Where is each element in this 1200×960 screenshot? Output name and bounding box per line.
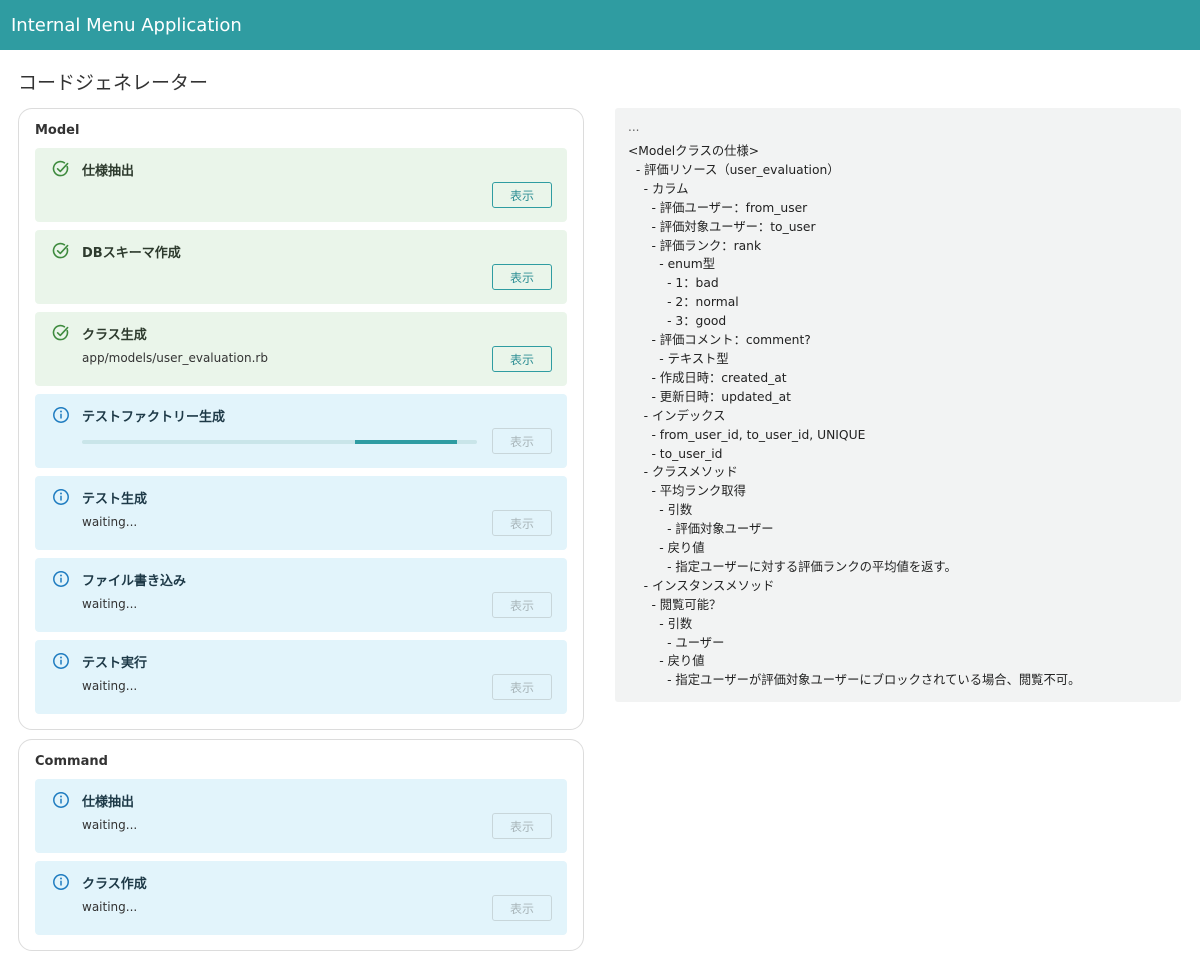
spec-line: - カラム (628, 181, 689, 196)
spec-line: - 戻り値 (628, 654, 705, 669)
show-button[interactable]: 表示 (492, 182, 552, 208)
step-status-text: app/models/user_evaluation.rb (82, 351, 268, 365)
info-circle-icon (53, 874, 69, 890)
step-card: 仕様抽出 waiting... 表示 (35, 779, 567, 853)
step-title: テスト生成 (82, 492, 148, 507)
step-groups: Model 仕様抽出 表示 DBスキーマ作成 表示 クラス生成 app/models/use… (18, 108, 584, 960)
step-title: クラス生成 (82, 328, 147, 343)
spec-line: - 1：bad (628, 276, 719, 291)
step-card: テスト実行 waiting... 表示 (35, 640, 567, 714)
show-button: 表示 (492, 428, 552, 454)
spec-line: - to_user_id (628, 446, 723, 461)
spec-line: - 指定ユーザーに対する評価ランクの平均値を返す。 (628, 559, 957, 574)
step-card: クラス生成 app/models/user_evaluation.rb 表示 (35, 312, 567, 386)
spec-line: - 評価コメント：comment? (628, 333, 811, 348)
show-button: 表示 (492, 895, 552, 921)
spec-line: - 引数 (628, 503, 693, 518)
group-title: Command (35, 754, 108, 769)
spec-line: - 戻り値 (628, 541, 705, 556)
spec-line: - インデックス (628, 408, 726, 423)
step-title: クラス作成 (82, 877, 147, 892)
progress-bar-fill (354, 440, 458, 444)
spec-line: - 2：normal (628, 295, 739, 310)
step-card: 仕様抽出表示 (35, 148, 567, 222)
info-circle-icon (53, 792, 69, 808)
progress-bar (82, 440, 477, 444)
step-card: DBスキーマ作成表示 (35, 230, 567, 304)
show-button: 表示 (492, 510, 552, 536)
step-title: ファイル書き込み (82, 574, 187, 589)
spec-line: - enum型 (628, 257, 716, 272)
spec-line: - 作成日時：created_at (628, 370, 787, 385)
spec-content: <Modelクラスの仕様> - 評価リソース（user_evaluation） … (628, 142, 1168, 690)
step-status-text: waiting... (82, 818, 138, 832)
step-card: ファイル書き込み waiting... 表示 (35, 558, 567, 632)
spec-line: - 指定ユーザーが評価対象ユーザーにブロックされている場合、閲覧不可。 (628, 673, 1081, 688)
step-status-text: waiting... (82, 597, 138, 611)
info-circle-icon (53, 571, 69, 587)
spec-line: - 評価対象ユーザー (628, 522, 774, 537)
step-title: DBスキーマ作成 (82, 246, 181, 261)
spec-line: - from_user_id, to_user_id, UNIQUE (628, 427, 866, 442)
step-status-text: waiting... (82, 515, 138, 529)
info-circle-icon (53, 489, 69, 505)
spec-line: - テキスト型 (628, 351, 729, 366)
spec-line: - 閲覧可能？ (628, 597, 722, 612)
spec-line: - インスタンスメソッド (628, 578, 775, 593)
show-button[interactable]: 表示 (492, 264, 552, 290)
spec-panel: ... <Modelクラスの仕様> - 評価リソース（user_evaluati… (615, 108, 1181, 702)
show-button[interactable]: 表示 (492, 346, 552, 372)
spec-line: - クラスメソッド (628, 465, 738, 480)
spec-line: - 評価リソース（user_evaluation） (628, 162, 840, 177)
spec-line: - 評価ユーザー：from_user (628, 200, 808, 215)
step-card: テストファクトリー生成表示 (35, 394, 567, 468)
step-status-text: waiting... (82, 679, 138, 693)
step-status-text: waiting... (82, 900, 138, 914)
step-title: 仕様抽出 (82, 795, 135, 810)
step-title: テストファクトリー生成 (82, 410, 226, 425)
page-title: コードジェネレーター (18, 72, 209, 94)
group-title: Model (35, 123, 80, 138)
spec-line: <Modelクラスの仕様> (628, 144, 760, 158)
spec-line: - 3：good (628, 314, 727, 329)
check-circle-icon (52, 324, 69, 341)
step-group-command: Command 仕様抽出 waiting... 表示 クラス作成 waiting... 表示 (18, 739, 584, 951)
step-title: 仕様抽出 (82, 164, 135, 179)
spec-line: - 更新日時：updated_at (628, 389, 791, 404)
spec-panel-header: ... (628, 120, 640, 134)
check-circle-icon (52, 160, 69, 177)
spec-line: - ユーザー (628, 635, 725, 650)
app-bar: Internal Menu Application (0, 0, 1200, 50)
step-title: テスト実行 (82, 656, 148, 671)
show-button: 表示 (492, 592, 552, 618)
app-title: Internal Menu Application (11, 14, 242, 36)
spec-line: - 評価対象ユーザー：to_user (628, 219, 816, 234)
info-circle-icon (53, 407, 69, 423)
check-circle-icon (52, 242, 69, 259)
show-button: 表示 (492, 813, 552, 839)
spec-line: - 評価ランク：rank (628, 238, 762, 253)
step-card: テスト生成 waiting... 表示 (35, 476, 567, 550)
show-button: 表示 (492, 674, 552, 700)
step-group-model: Model 仕様抽出 表示 DBスキーマ作成 表示 クラス生成 app/models/use… (18, 108, 584, 730)
step-card: クラス作成 waiting... 表示 (35, 861, 567, 935)
spec-line: - 引数 (628, 616, 693, 631)
spec-line: - 平均ランク取得 (628, 484, 746, 499)
info-circle-icon (53, 653, 69, 669)
